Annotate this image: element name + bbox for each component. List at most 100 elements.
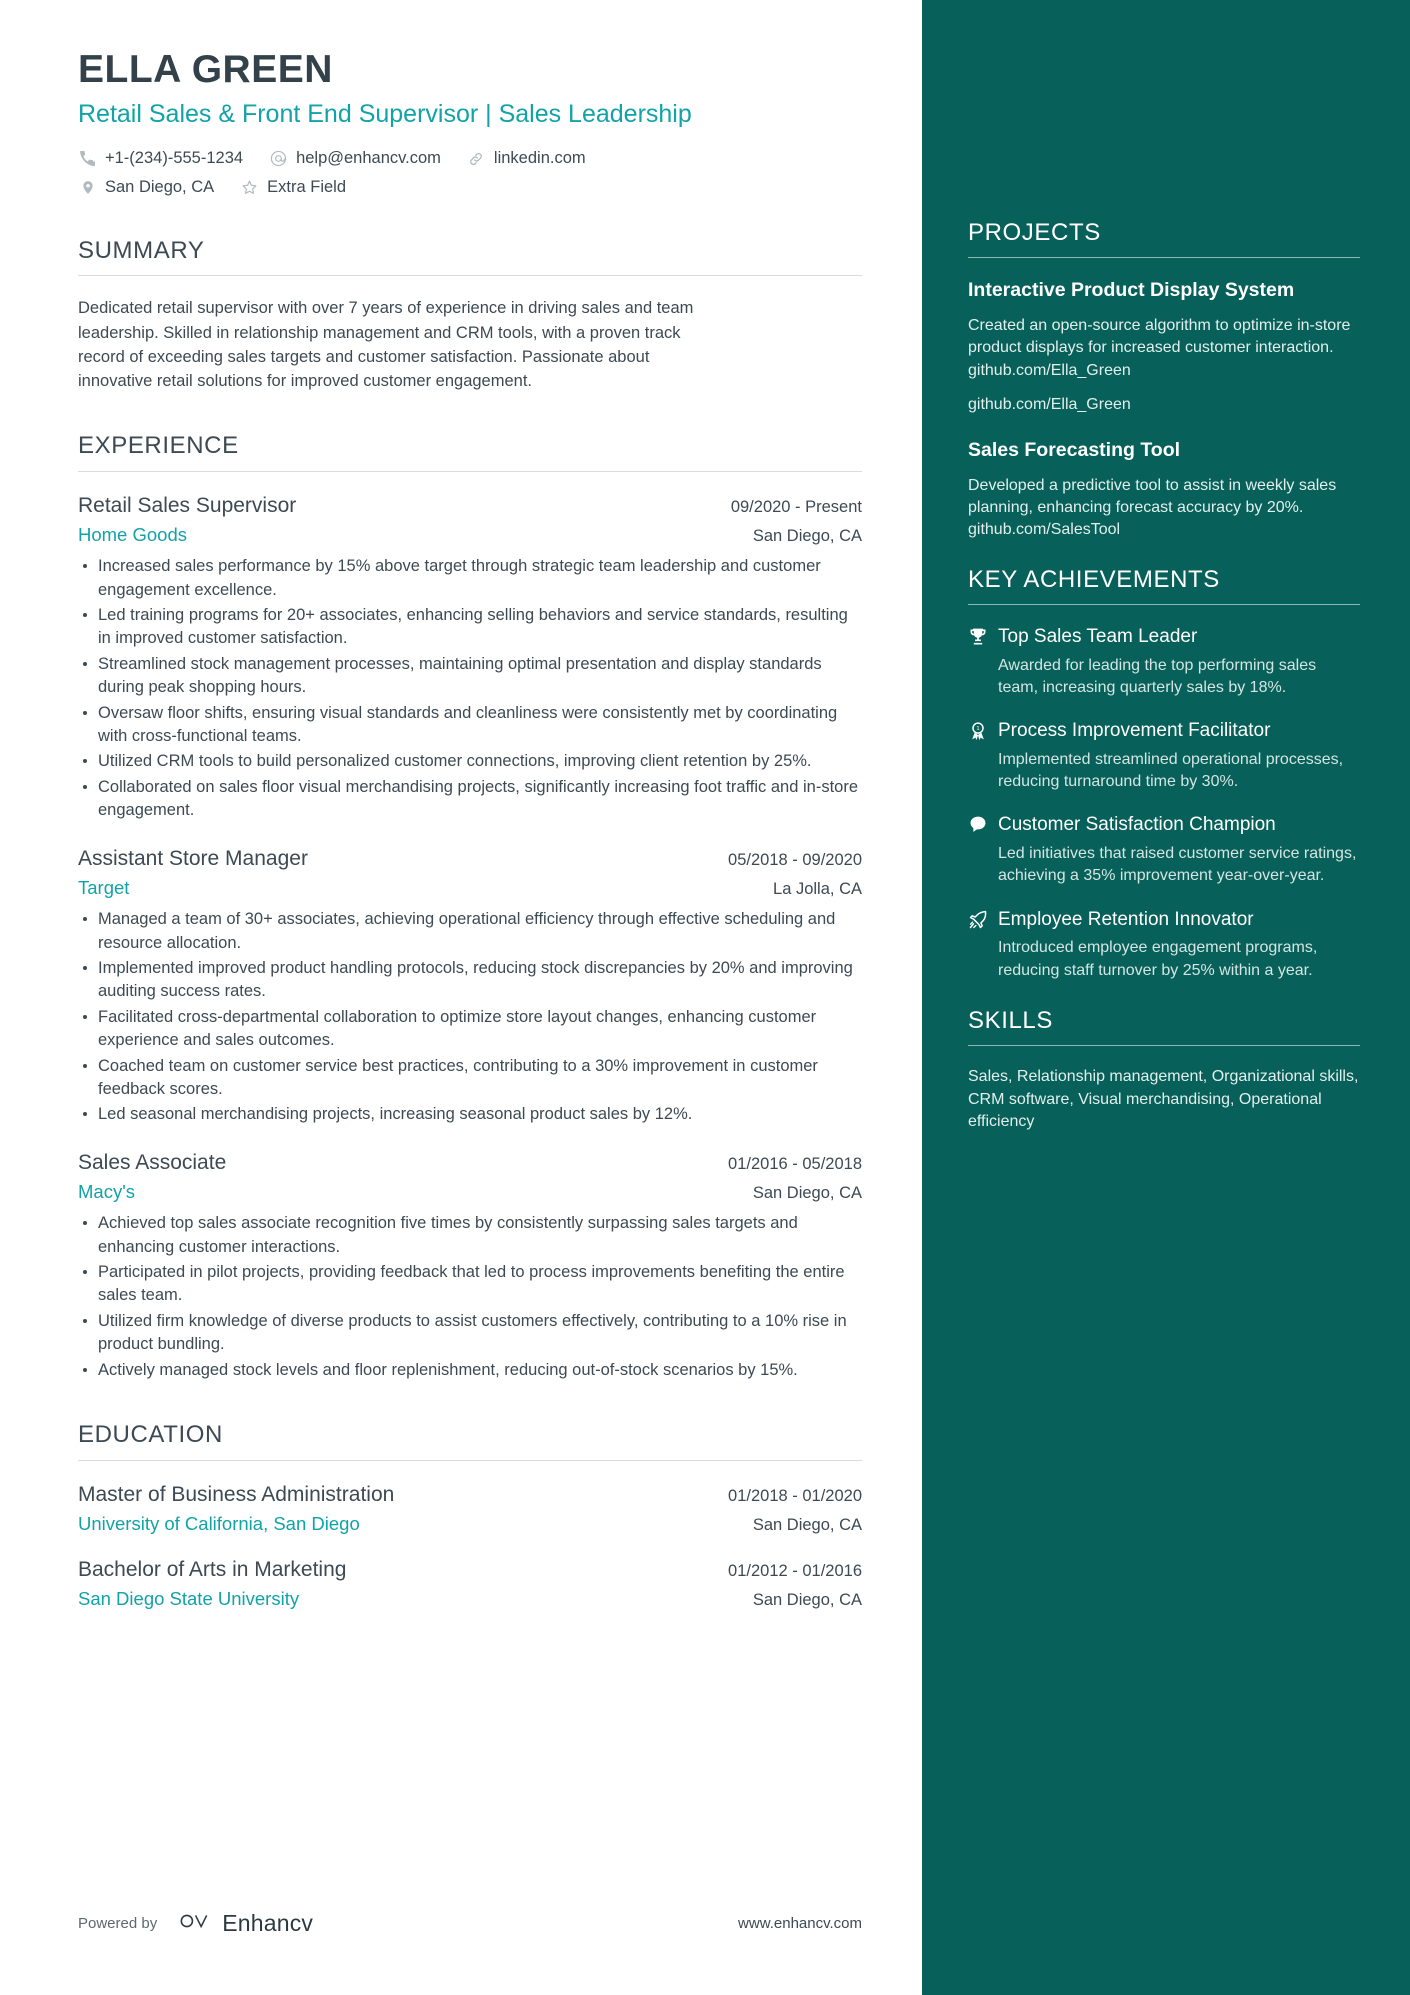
experience-section-title: EXPERIENCE — [78, 432, 239, 460]
contact-extra-field[interactable]: Extra Field — [240, 177, 346, 198]
skills-divider — [968, 1045, 1360, 1046]
project-link[interactable]: github.com/Ella_Green — [968, 394, 1360, 416]
experience-role: Retail Sales Supervisor — [78, 493, 297, 517]
contact-email[interactable]: help@enhancv.com — [269, 148, 441, 169]
experience-entry-subheader: Home Goods San Diego, CA — [78, 523, 862, 547]
summary-section: SUMMARY Dedicated retail supervisor with… — [78, 236, 862, 393]
experience-location: San Diego, CA — [752, 527, 862, 546]
education-entry: Bachelor of Arts in Marketing 01/2012 - 0… — [78, 1556, 862, 1611]
experience-bullets: Achieved top sales associate recognition… — [78, 1212, 862, 1382]
achievement-description: Awarded for leading the top performing s… — [998, 657, 1317, 697]
projects-divider — [968, 257, 1360, 259]
education-school: University of California, San Diego — [78, 1512, 360, 1534]
achievement-body: Employee Retention Innovator Introduced e… — [998, 908, 1360, 982]
achievement-body: Process Improvement Facilitator Implement… — [998, 719, 1360, 793]
project-item: Sales Forecasting Tool Developed a predic… — [968, 438, 1360, 541]
achievement-description: Introduced employee engagement programs,… — [998, 939, 1318, 979]
experience-bullet: Facilitated cross-departmental collabora… — [78, 1006, 862, 1053]
summary-divider — [78, 275, 862, 277]
experience-entry-subheader: Macy's San Diego, CA — [78, 1180, 862, 1204]
experience-bullets: Managed a team of 30+ associates, achiev… — [78, 908, 862, 1127]
contact-location-text: San Diego, CA — [105, 177, 215, 196]
experience-bullet: Implemented improved product handling pr… — [78, 957, 862, 1004]
experience-company: Home Goods — [78, 524, 187, 546]
footer: Powered by Enhancv www.enhancv.com — [78, 1910, 862, 1937]
education-list: Master of Business Administration 01/2018… — [78, 1481, 862, 1612]
experience-bullet: Coached team on customer service best pr… — [78, 1055, 862, 1102]
experience-bullet: Increased sales performance by 15% above… — [78, 555, 862, 602]
resume-page: ELLA GREEN Retail Sales & Front End Supe… — [0, 0, 1410, 1995]
experience-bullet: Utilized firm knowledge of diverse produ… — [78, 1310, 862, 1357]
achievements-section-title: KEY ACHIEVEMENTS — [968, 565, 1220, 593]
experience-bullet: Collaborated on sales floor visual merch… — [78, 776, 862, 823]
contact-row-1: +1-(234)-555-1234 help@enhancv.com linke… — [78, 148, 862, 169]
education-entry-subheader: San Diego State University San Diego, CA — [78, 1587, 862, 1611]
experience-dates: 05/2018 - 09/2020 — [728, 850, 862, 869]
powered-by-label: Powered by — [78, 1915, 158, 1932]
experience-dates: 01/2016 - 05/2018 — [728, 1154, 862, 1173]
experience-company: Target — [78, 877, 130, 899]
education-section: EDUCATION Master of Business Administrat… — [78, 1421, 862, 1612]
project-item: Interactive Product Display System Create… — [968, 278, 1360, 415]
footer-url[interactable]: www.enhancv.com — [738, 1915, 862, 1932]
achievement-title: Customer Satisfaction Champion — [998, 814, 1276, 836]
education-divider — [78, 1459, 862, 1461]
experience-bullet: Streamlined stock management processes, … — [78, 653, 862, 700]
brand-name: Enhancv — [222, 1910, 314, 1936]
achievement-body: Top Sales Team Leader Awarded for leading… — [998, 625, 1360, 699]
contact-linkedin[interactable]: linkedin.com — [467, 148, 586, 169]
contact-linkedin-text: linkedin.com — [493, 149, 586, 168]
education-entry-header: Master of Business Administration 01/2018… — [78, 1481, 862, 1508]
education-degree: Master of Business Administration — [78, 1482, 395, 1506]
contact-location[interactable]: San Diego, CA — [78, 177, 214, 198]
experience-entry-header: Sales Associate 01/2016 - 05/2018 — [78, 1149, 862, 1176]
rocket-icon — [968, 908, 998, 982]
svg-text:1: 1 — [976, 726, 979, 732]
project-description: Developed a predictive tool to assist in… — [968, 476, 1337, 538]
experience-role: Assistant Store Manager — [78, 846, 308, 870]
experience-location: San Diego, CA — [752, 1184, 862, 1203]
experience-entry-header: Assistant Store Manager 05/2018 - 09/2020 — [78, 845, 862, 872]
education-degree: Bachelor of Arts in Marketing — [78, 1557, 347, 1581]
experience-bullet: Oversaw floor shifts, ensuring visual st… — [78, 702, 862, 749]
footer-branding: Powered by Enhancv — [78, 1910, 313, 1937]
experience-bullet: Utilized CRM tools to build personalized… — [78, 750, 862, 773]
skills-section-title: SKILLS — [968, 1006, 1053, 1034]
project-name: Sales Forecasting Tool — [968, 438, 1181, 461]
experience-bullet: Participated in pilot projects, providin… — [78, 1261, 862, 1308]
candidate-headline: Retail Sales & Front End Supervisor | Sa… — [78, 99, 692, 128]
contact-extra-field-text: Extra Field — [267, 177, 347, 196]
speech-bubble-icon — [968, 813, 998, 887]
summary-section-title: SUMMARY — [78, 236, 205, 264]
education-dates: 01/2012 - 01/2016 — [728, 1561, 862, 1580]
star-icon — [240, 178, 259, 197]
location-pin-icon — [78, 178, 97, 197]
experience-location: La Jolla, CA — [773, 880, 862, 899]
experience-bullet: Led seasonal merchandising projects, inc… — [78, 1103, 862, 1126]
email-icon — [269, 149, 288, 168]
experience-bullet: Actively managed stock levels and floor … — [78, 1359, 862, 1382]
experience-entry: Assistant Store Manager 05/2018 - 09/2020… — [78, 845, 862, 1127]
experience-role: Sales Associate — [78, 1150, 227, 1174]
experience-entry-subheader: Target La Jolla, CA — [78, 876, 862, 900]
summary-text: Dedicated retail supervisor with over 7 … — [78, 299, 694, 391]
achievement-title: Top Sales Team Leader — [998, 626, 1198, 648]
achievement-item: Employee Retention Innovator Introduced e… — [968, 908, 1360, 982]
education-entry: Master of Business Administration 01/2018… — [78, 1481, 862, 1536]
infinity-logo-icon — [175, 1911, 213, 1936]
education-dates: 01/2018 - 01/2020 — [728, 1486, 862, 1505]
achievements-section: KEY ACHIEVEMENTS Top Sales Team Leader Aw… — [968, 565, 1360, 982]
contact-phone[interactable]: +1-(234)-555-1234 — [78, 148, 243, 169]
enhancv-logo[interactable]: Enhancv — [175, 1910, 313, 1937]
achievement-title: Employee Retention Innovator — [998, 908, 1254, 930]
phone-icon — [78, 149, 97, 168]
experience-section: EXPERIENCE Retail Sales Supervisor 09/202… — [78, 433, 862, 1382]
experience-divider — [78, 470, 862, 472]
achievement-description: Implemented streamlined operational proc… — [998, 751, 1344, 791]
link-icon — [467, 149, 486, 168]
sidebar: PROJECTS Interactive Product Display Sys… — [922, 0, 1410, 1995]
award-ribbon-icon: 1 — [968, 719, 998, 793]
achievement-item: 1 Process Improvement Facilitator Implemen… — [968, 719, 1360, 793]
education-location: San Diego, CA — [752, 1515, 862, 1534]
achievement-item: Top Sales Team Leader Awarded for leading… — [968, 625, 1360, 699]
